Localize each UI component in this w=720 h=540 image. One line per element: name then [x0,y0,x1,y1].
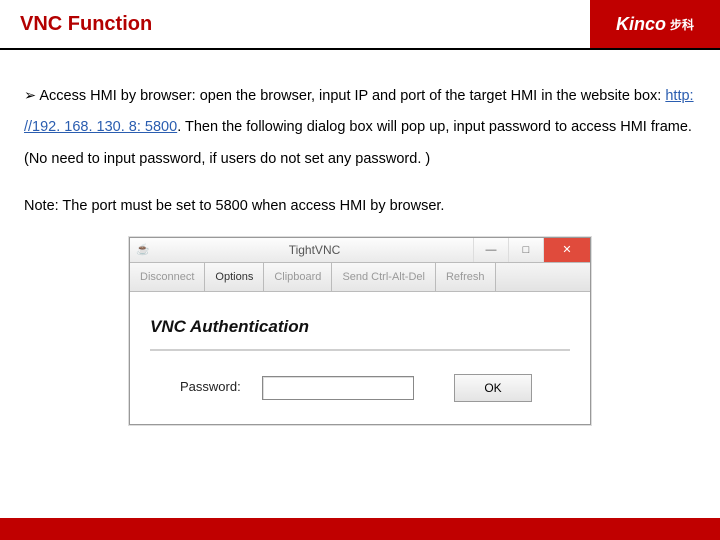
page-title: VNC Function [20,13,152,36]
window-controls: — □ ✕ [473,238,590,262]
brand-logo: Kinco 步科 [590,0,720,48]
dialog-titlebar: ☕ TightVNC — □ ✕ [130,238,590,263]
divider [150,349,570,351]
password-input[interactable] [262,376,414,400]
text-segment-1: Access HMI by browser: open the browser,… [39,88,665,104]
password-label: Password: [180,373,252,402]
close-button[interactable]: ✕ [543,238,590,262]
vnc-dialog: ☕ TightVNC — □ ✕ Disconnect Options Clip… [129,237,591,425]
options-button[interactable]: Options [205,263,264,291]
logo-cn: 步科 [670,16,694,33]
logo-text: Kinco [616,14,666,35]
dialog-toolbar: Disconnect Options Clipboard Send Ctrl-A… [130,263,590,292]
java-icon: ☕ [136,243,150,257]
note-paragraph: Note: The port must be set to 5800 when … [24,191,696,223]
send-ctrl-alt-del-button[interactable]: Send Ctrl-Alt-Del [332,263,436,291]
minimize-button[interactable]: — [473,238,508,262]
auth-heading: VNC Authentication [150,308,570,345]
disconnect-button[interactable]: Disconnect [130,263,205,291]
maximize-button[interactable]: □ [508,238,543,262]
dialog-title: TightVNC [156,237,473,263]
dialog-body: VNC Authentication Password: OK [130,292,590,424]
refresh-button[interactable]: Refresh [436,263,496,291]
password-row: Password: OK [180,373,570,402]
ok-button[interactable]: OK [454,374,532,402]
clipboard-button[interactable]: Clipboard [264,263,332,291]
instruction-paragraph: ➢ Access HMI by browser: open the browse… [24,81,696,177]
content-body: ➢ Access HMI by browser: open the browse… [0,50,720,441]
footer-bar [0,518,720,540]
bullet-icon: ➢ [24,88,36,104]
page-header: VNC Function Kinco 步科 [0,0,720,50]
